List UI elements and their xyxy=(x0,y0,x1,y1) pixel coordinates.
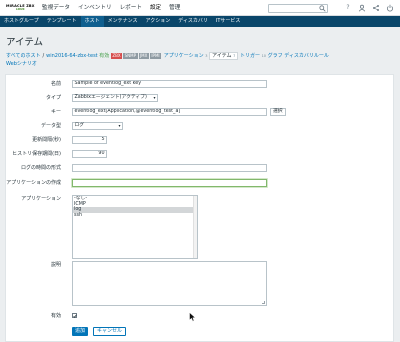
key-field[interactable]: eventlog_ext[Application,@eventlog_test_… xyxy=(72,108,267,116)
chevron-down-icon: ▾ xyxy=(153,95,156,100)
datatype-select[interactable]: ログ ▾ xyxy=(72,122,123,130)
snmp-availability-badge: SNMP xyxy=(123,52,138,59)
interval-field[interactable]: 5 xyxy=(72,136,107,144)
key-select-button[interactable]: 選択 xyxy=(270,108,286,116)
menu-reports[interactable]: レポート xyxy=(116,0,146,16)
page-title: アイテム xyxy=(6,37,44,48)
enabled-label: 有効 xyxy=(50,313,61,319)
menu-inventory[interactable]: インベントリ xyxy=(74,0,116,16)
tab-templates[interactable]: テンプレート xyxy=(43,16,81,27)
breadcrumb-separator: / xyxy=(42,53,45,59)
enabled-checkbox[interactable] xyxy=(72,313,77,318)
applications-listbox[interactable]: -なし- ICMP log ssh xyxy=(72,195,198,259)
triggers-count: 10 xyxy=(261,54,267,58)
share-icon[interactable] xyxy=(372,4,380,12)
logtime-label: ログの時間の形式 xyxy=(20,165,61,171)
interval-label: 更新間隔(秒) xyxy=(32,137,61,143)
user-icon[interactable] xyxy=(358,4,366,12)
main-menu: 監視データ インベントリ レポート 設定 管理 xyxy=(38,0,184,16)
type-select[interactable]: Zabbixエージェント(アクティブ) ▾ xyxy=(72,94,158,102)
tab-discovery[interactable]: ディスカバリ xyxy=(174,16,212,27)
datatype-value: ログ xyxy=(74,123,85,128)
cancel-button[interactable]: キャンセル xyxy=(93,327,127,336)
listbox-scrollbar[interactable] xyxy=(193,196,197,258)
items-count: 7 xyxy=(233,54,236,58)
zabbix-logo[interactable]: MIRACLE ZBX LINUX xyxy=(6,4,35,13)
key-label: キー xyxy=(50,109,61,115)
chevron-down-icon: ▾ xyxy=(118,123,121,128)
breadcrumb-all-hosts[interactable]: すべてのホスト xyxy=(6,53,40,59)
host-tab-applications[interactable]: アプリケーション 3 xyxy=(164,53,208,59)
history-field[interactable]: 90 xyxy=(72,150,107,158)
menu-configuration[interactable]: 設定 xyxy=(146,0,165,16)
ipmi-availability-badge: IPMI xyxy=(149,52,162,59)
menu-administration[interactable]: 管理 xyxy=(165,0,184,16)
mouse-cursor-icon xyxy=(189,311,196,322)
top-navigation-bar: MIRACLE ZBX LINUX 監視データ インベントリ レポート 設定 管… xyxy=(0,0,400,16)
tab-host-groups[interactable]: ホストグループ xyxy=(0,16,43,27)
zbx-availability-badge: ZBX xyxy=(110,52,123,59)
resize-grip-icon[interactable] xyxy=(262,301,265,304)
item-form: 名前 Sample of eventlog_ext key タイプ Zabbix… xyxy=(5,74,394,342)
power-icon[interactable] xyxy=(386,4,394,12)
add-button[interactable]: 追加 xyxy=(72,327,89,336)
search-icon[interactable] xyxy=(319,5,326,12)
question-icon[interactable]: ? xyxy=(344,4,352,12)
host-tab-discovery-rules[interactable]: ディスカバリルール xyxy=(284,53,329,59)
history-label: ヒストリ保存期間(日) xyxy=(12,151,61,157)
tab-actions[interactable]: アクション xyxy=(141,16,174,27)
checkmark-icon xyxy=(73,314,77,318)
applications-label: アプリケーション xyxy=(163,53,204,59)
tab-it-services[interactable]: ITサービス xyxy=(212,16,245,27)
host-tab-graphs[interactable]: グラフ xyxy=(268,53,283,59)
description-field[interactable] xyxy=(72,261,267,306)
triggers-label: トリガー xyxy=(239,53,260,59)
application-option[interactable]: ssh xyxy=(73,213,197,219)
breadcrumb-host[interactable]: win2016-64-zbx-test xyxy=(46,53,98,59)
name-label: 名前 xyxy=(50,81,61,87)
logo-subtext: LINUX xyxy=(16,8,25,11)
breadcrumb: すべてのホスト / win2016-64-zbx-test 有効 ZBX SNMP JM… xyxy=(6,52,396,68)
tab-maintenance[interactable]: メンテナンス xyxy=(104,16,142,27)
sub-navigation-bar: ホストグループ テンプレート ホスト メンテナンス アクション ディスカバリ I… xyxy=(0,16,400,27)
applications-count: 3 xyxy=(205,54,208,58)
new-application-label: アプリケーションの作成 xyxy=(6,180,61,186)
host-tab-web-scenarios[interactable]: Webシナリオ xyxy=(6,61,37,67)
type-value: Zabbixエージェント(アクティブ) xyxy=(74,95,147,100)
search-input[interactable] xyxy=(268,4,328,13)
items-label: アイテム xyxy=(212,53,232,59)
applications-label: アプリケーション xyxy=(21,196,61,202)
logtime-field[interactable] xyxy=(72,164,267,172)
jmx-availability-badge: JMX xyxy=(138,52,149,59)
new-application-field[interactable] xyxy=(72,179,267,187)
host-tab-triggers[interactable]: トリガー 10 xyxy=(240,53,266,59)
name-field[interactable]: Sample of eventlog_ext key xyxy=(72,80,267,88)
host-status[interactable]: 有効 xyxy=(99,53,109,59)
host-tab-items[interactable]: アイテム 7 xyxy=(209,52,239,60)
type-label: タイプ xyxy=(45,95,61,101)
tab-hosts[interactable]: ホスト xyxy=(80,16,104,27)
description-label: 説明 xyxy=(50,262,61,268)
datatype-label: データ型 xyxy=(40,123,61,129)
menu-monitoring[interactable]: 監視データ xyxy=(38,0,74,16)
